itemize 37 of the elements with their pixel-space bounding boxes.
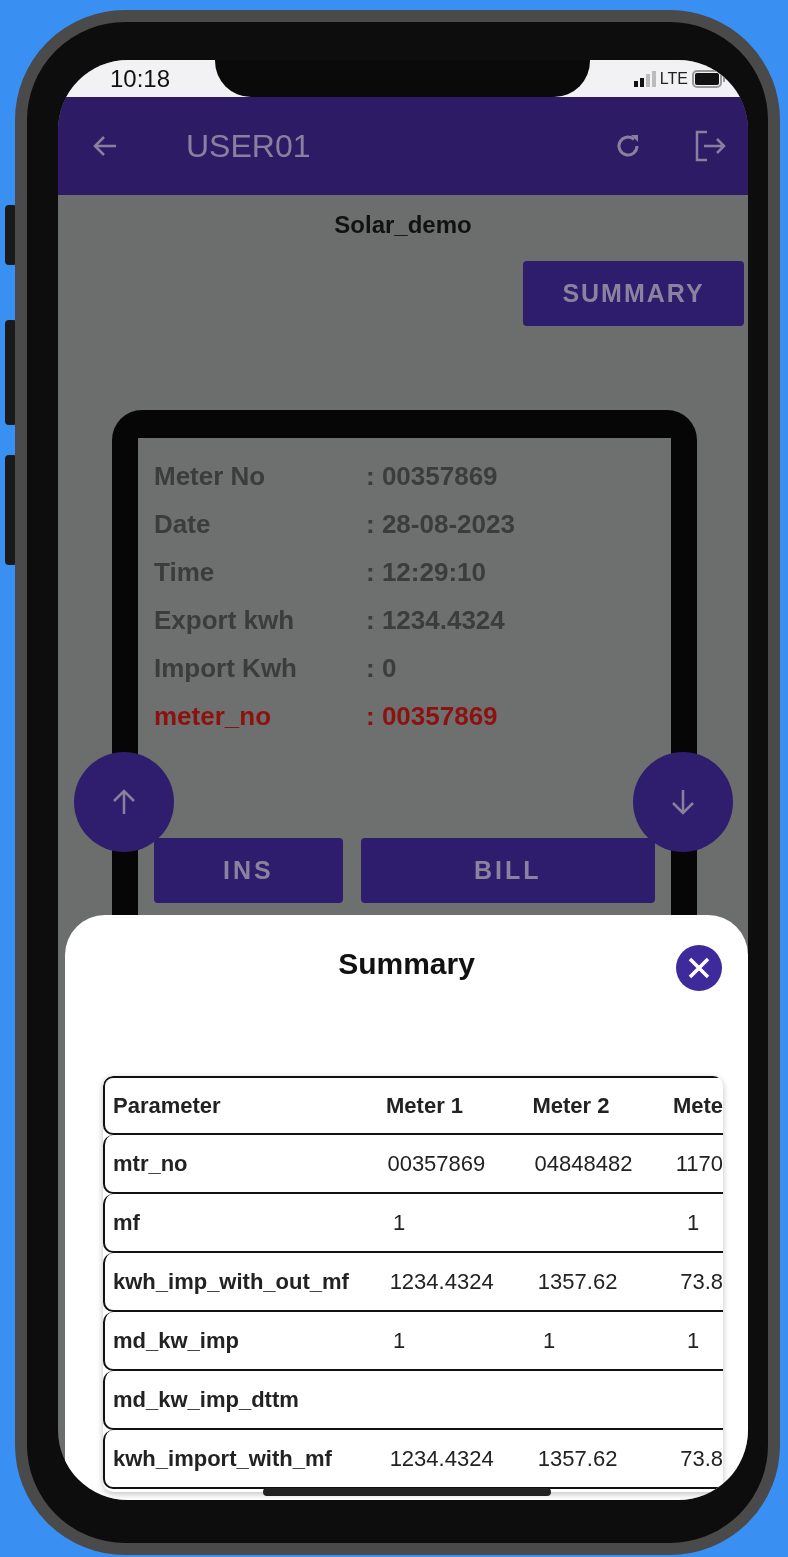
table-cell-text: 73.8 <box>679 1268 723 1295</box>
table-cell-text: mtr_no <box>112 1150 189 1177</box>
app-bar-title: USER01 <box>186 127 312 165</box>
field-value: : 00357869 <box>366 700 498 732</box>
table-cell-text: 1170 <box>674 1150 723 1177</box>
table-cell-text: 04848482 <box>533 1150 634 1177</box>
status-time: 10:18 <box>110 64 171 93</box>
network-label: LTE <box>659 69 688 88</box>
page-title: Solar_demo <box>333 211 473 239</box>
column-header: Mete <box>671 1092 723 1119</box>
table-cell-text: 1357.62 <box>536 1268 619 1295</box>
table-cell-text: kwh_import_with_mf <box>112 1445 333 1472</box>
table-cell-text: 1357.62 <box>536 1445 619 1472</box>
table-cell-text: 1 <box>392 1327 407 1354</box>
table-cell-text: 73.8 <box>679 1445 723 1472</box>
signal-icon <box>633 70 656 87</box>
action-button[interactable]: BILL <box>360 838 655 903</box>
close-icon[interactable] <box>676 945 722 991</box>
column-header: Parameter <box>112 1092 222 1119</box>
table-cell-text: 00357869 <box>386 1150 487 1177</box>
table-cell-text: 1 <box>542 1327 557 1354</box>
sheet-title: Summary <box>338 947 475 982</box>
column-header: Meter 2 <box>531 1092 611 1119</box>
table-cell-text: 1 <box>392 1209 407 1236</box>
table-cell-text: 1234.4324 <box>388 1445 495 1472</box>
table-cell-text: 1 <box>686 1327 701 1354</box>
table-cell-text: md_kw_imp <box>112 1327 240 1354</box>
table-cell-text: kwh_imp_with_out_mf <box>112 1268 350 1295</box>
battery-icon <box>692 69 726 88</box>
table-cell-text: md_kw_imp_dttm <box>112 1386 300 1413</box>
table-cell-text: 1 <box>686 1209 701 1236</box>
summary-button[interactable]: SUMMARY <box>523 261 744 326</box>
table-cell-text: 1234.4324 <box>388 1268 495 1295</box>
field-label: meter_no <box>154 700 273 732</box>
action-button[interactable]: INS <box>154 838 343 903</box>
table-cell-text: mf <box>112 1209 141 1236</box>
column-header: Meter 1 <box>385 1092 465 1119</box>
